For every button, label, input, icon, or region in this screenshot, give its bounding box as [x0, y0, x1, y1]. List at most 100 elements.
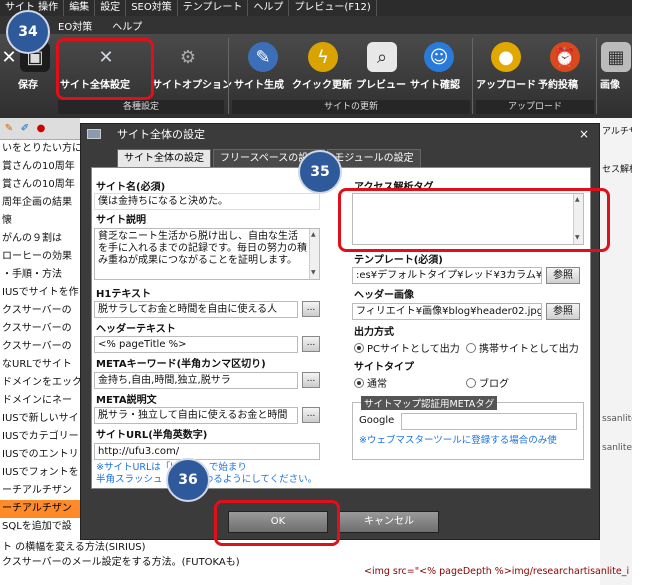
edit-icon[interactable]: ✐: [18, 122, 32, 136]
site-name-label: サイト名(必須): [96, 182, 166, 193]
template-label: テンプレート(必須): [354, 255, 443, 266]
lightning-icon: ϟ: [308, 42, 338, 72]
list-item[interactable]: IUSで新しいサイ: [0, 410, 80, 428]
editor-code-text: ssanlite_i: [602, 414, 632, 424]
menu-help[interactable]: ヘルプ: [248, 0, 290, 16]
alarm-clock-icon: ⏰: [550, 42, 580, 72]
tab-site-settings[interactable]: サイト全体の設定: [117, 149, 211, 167]
list-item[interactable]: IUSでカテゴリー: [0, 428, 80, 446]
list-item[interactable]: クスサーバーの: [0, 302, 80, 320]
entry-list: いをとりたい方に 賞さんの10周年 賞さんの10周年 周年企画の結果懐がんの９割は ロー…: [0, 140, 80, 536]
list-item[interactable]: IUSでのエントリ: [0, 446, 80, 464]
site-type-blog-label: ブログ: [479, 379, 509, 390]
output-mobile-radio[interactable]: 携帯サイトとして出力: [466, 340, 579, 355]
header-image-input[interactable]: フィリエイト¥画像¥blog¥header02.jpg: [352, 303, 542, 320]
site-type-normal-radio[interactable]: 通常: [354, 375, 387, 390]
meta-keywords-more-button[interactable]: ...: [302, 372, 320, 388]
scheduled-post-button[interactable]: ⏰ 予約投稿: [538, 40, 592, 98]
ribbon-tab-help[interactable]: ヘルプ: [102, 18, 152, 33]
preview-button[interactable]: ⌕ プレビュー: [356, 40, 408, 98]
site-url-label: サイトURL(半角英数字): [96, 430, 208, 441]
output-mode-label: 出力方式: [354, 327, 394, 338]
list-item[interactable]: クスサーバーの: [0, 338, 80, 356]
h1-text-more-button[interactable]: ...: [302, 301, 320, 317]
site-type-normal-label: 通常: [367, 379, 387, 390]
editor-tab-label[interactable]: アルチザ: [602, 124, 632, 137]
image-button[interactable]: ▦ 画像: [600, 40, 632, 98]
menu-edit[interactable]: 編集: [64, 0, 96, 16]
list-item[interactable]: ドメインにネー: [0, 392, 80, 410]
site-settings-dialog: サイト全体の設定 × サイト全体の設定 フリースペースの設定 モジュールの設定 …: [80, 123, 600, 540]
list-item[interactable]: 賞さんの10周年: [0, 176, 80, 194]
list-item[interactable]: がんの９割は: [0, 230, 80, 248]
list-item[interactable]: なURLでサイト: [0, 356, 80, 374]
meta-description-input[interactable]: 脱サラ・独立して自由に使えるお金と時間: [94, 407, 298, 424]
list-item[interactable]: ドメインをエック: [0, 374, 80, 392]
delete-icon[interactable]: ●: [34, 122, 48, 136]
close-button[interactable]: ×: [579, 127, 589, 141]
sitemap-hint: ※ウェブマスターツールに登録する場合のみ使: [359, 435, 557, 446]
group-label-update: サイトの更新: [232, 100, 470, 114]
site-options-button[interactable]: ⚙ サイトオプション: [152, 40, 232, 98]
list-item[interactable]: ーチアルチザン: [0, 482, 80, 500]
h1-text-input[interactable]: 脱サラしてお金と時間を自由に使える人: [94, 301, 298, 318]
meta-description-more-button[interactable]: ...: [302, 407, 320, 423]
site-name-input[interactable]: 僕は金持ちになると決めた。: [94, 193, 320, 210]
group-label-upload: アップロード: [476, 100, 594, 114]
list-item[interactable]: ーチアルチザン: [0, 500, 80, 518]
dialog-tabs: サイト全体の設定 フリースペースの設定 モジュールの設定: [117, 149, 421, 167]
meta-keywords-input[interactable]: 金持ち,自由,時間,独立,脱サラ: [94, 372, 298, 389]
window-edge: [632, 0, 650, 585]
output-pc-radio[interactable]: PCサイトとして出力: [354, 340, 460, 355]
site-description-textarea[interactable]: 貧乏なニート生活から脱け出し、自由な生活を手に入れるまでの記録です。毎日の努力の…: [94, 228, 320, 280]
wrench-icon[interactable]: ✎: [2, 122, 16, 136]
site-check-button[interactable]: ☺ サイト確認: [410, 40, 468, 98]
h1-text-label: H1テキスト: [96, 289, 152, 300]
ribbon-separator: [472, 38, 473, 114]
step-marker-36: 36: [166, 458, 210, 502]
template-input[interactable]: :es¥デフォルトタイプ¥レッド¥3カラム¥: [352, 267, 542, 284]
list-item[interactable]: ローヒーの効果: [0, 248, 80, 266]
quick-update-button[interactable]: ϟ クイック更新: [292, 40, 354, 98]
upload-button[interactable]: ● アップロード: [476, 40, 536, 98]
menu-seo[interactable]: SEO対策: [126, 0, 178, 16]
template-browse-button[interactable]: 参照: [546, 267, 580, 284]
highlight-analytics-tag: [338, 188, 610, 252]
google-label: Google: [359, 415, 395, 426]
textarea-scrollbar[interactable]: [309, 229, 319, 279]
group-label-settings: 各種設定: [58, 100, 224, 114]
site-url-input[interactable]: http://ufu3.com/: [94, 443, 320, 460]
site-type-blog-radio[interactable]: ブログ: [466, 375, 509, 390]
menu-preview[interactable]: プレビュー(F12): [289, 0, 377, 16]
person-check-icon: ☺: [424, 42, 454, 72]
header-text-input[interactable]: <% pageTitle %>: [94, 336, 298, 353]
list-item[interactable]: いをとりたい方に: [0, 140, 80, 158]
radio-unselected-icon: [466, 342, 476, 353]
step-marker-35: 35: [298, 150, 342, 194]
list-item[interactable]: IUSでサイトを作: [0, 284, 80, 302]
cancel-button[interactable]: キャンセル: [339, 511, 439, 533]
list-item[interactable]: SQLを追加で設: [0, 518, 80, 536]
list-item[interactable]: クスサーバーの: [0, 320, 80, 338]
site-description-label: サイト説明: [96, 215, 146, 226]
entry-list-bottom: ト の横幅を変える方法(SIRIUS) クスサーバーのメール設定をする方法。(F…: [0, 540, 360, 585]
tab-modules[interactable]: モジュールの設定: [327, 149, 421, 167]
menu-settings[interactable]: 設定: [95, 0, 127, 16]
site-generate-button[interactable]: ✎ サイト生成: [234, 40, 292, 98]
list-item[interactable]: 懐: [0, 212, 80, 230]
list-item[interactable]: クスサーバーのメール設定をする方法。(FUTOKAも): [0, 555, 360, 570]
list-item[interactable]: ・手順・方法: [0, 266, 80, 284]
step-marker-34: 34: [6, 10, 50, 54]
list-item[interactable]: 周年企画の結果: [0, 194, 80, 212]
header-image-browse-button[interactable]: 参照: [546, 303, 580, 320]
highlight-site-settings: [56, 38, 154, 100]
magnifier-monitor-icon: ⌕: [367, 42, 397, 72]
list-item[interactable]: IUSでフォントを: [0, 464, 80, 482]
ribbon-tab-seo[interactable]: EO対策: [48, 18, 102, 33]
entry-list-panel: ✎ ✐ ● いをとりたい方に 賞さんの10周年 賞さんの10周年 周年企画の結果懐がん…: [0, 118, 80, 585]
menu-template[interactable]: テンプレート: [178, 0, 249, 16]
editor-text: セス解析号: [602, 165, 632, 175]
list-item[interactable]: 賞さんの10周年: [0, 158, 80, 176]
header-text-more-button[interactable]: ...: [302, 336, 320, 352]
google-meta-input[interactable]: [401, 413, 577, 430]
